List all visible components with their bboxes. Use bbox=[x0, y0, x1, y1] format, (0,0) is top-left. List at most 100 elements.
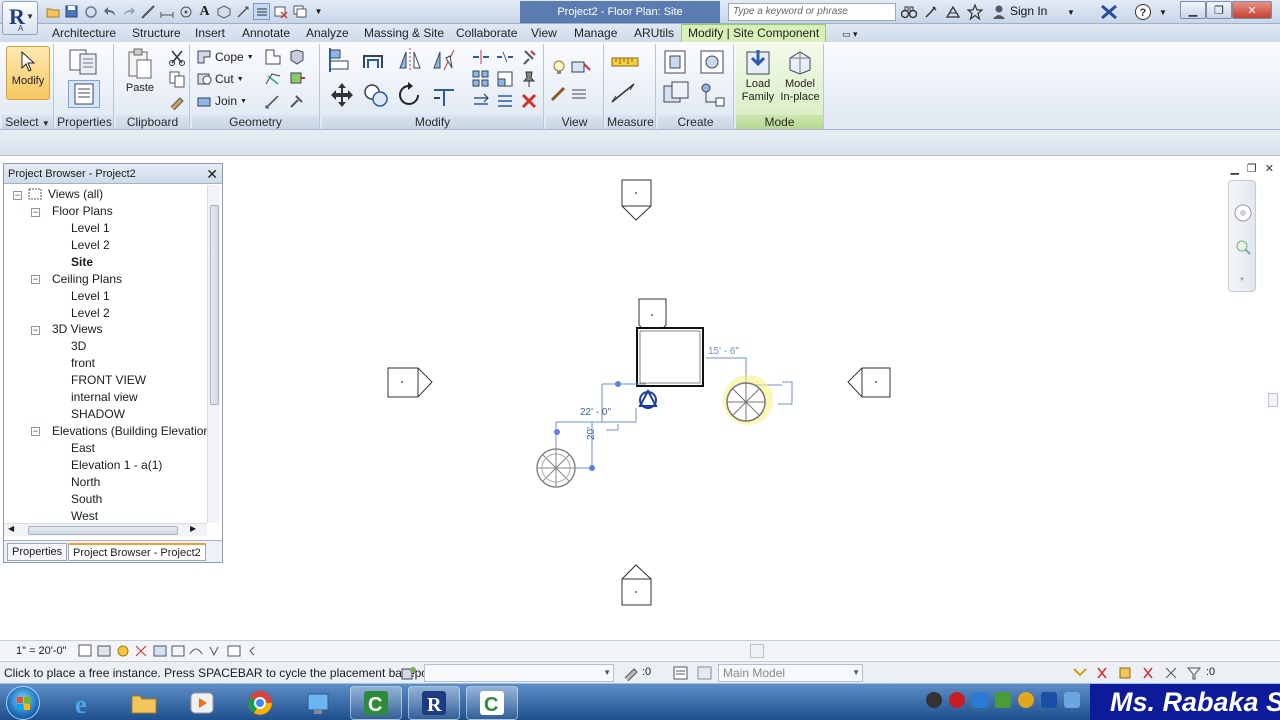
copy-icon[interactable] bbox=[168, 70, 186, 88]
tree-node-fp-site[interactable]: Site bbox=[71, 254, 93, 271]
exchange-apps-icon[interactable] bbox=[1100, 3, 1118, 21]
elevation-marker-west[interactable] bbox=[387, 367, 433, 398]
search-input[interactable]: Type a keyword or phrase bbox=[728, 3, 896, 21]
match-properties-icon[interactable] bbox=[168, 92, 186, 111]
view-dropdown-icon[interactable] bbox=[570, 84, 588, 102]
editable-only-icon[interactable] bbox=[622, 665, 640, 681]
grip-handle[interactable] bbox=[589, 465, 595, 471]
redo-icon[interactable] bbox=[120, 3, 137, 20]
editing-requests-icon[interactable] bbox=[696, 665, 714, 681]
tree-node-floor-plans[interactable]: Floor Plans bbox=[52, 203, 113, 220]
taskbar-file-explorer[interactable] bbox=[118, 686, 170, 720]
minimize-view-icon[interactable]: ▁ bbox=[1230, 162, 1238, 175]
create-assembly-icon[interactable] bbox=[662, 48, 692, 76]
tree-node-internal-view[interactable]: internal view bbox=[71, 389, 138, 406]
tree-node-front-view[interactable]: FRONT VIEW bbox=[71, 372, 146, 389]
reveal-hidden-icon[interactable] bbox=[209, 646, 219, 657]
tab-manage[interactable]: Manage bbox=[574, 25, 617, 42]
select-by-face-icon[interactable] bbox=[1143, 667, 1153, 679]
tray-network-icon[interactable] bbox=[972, 692, 988, 708]
rotate-icon[interactable] bbox=[396, 82, 424, 108]
tree-node-elevation-1[interactable]: Elevation 1 - a(1) bbox=[71, 457, 162, 474]
scale-icon[interactable] bbox=[496, 70, 514, 88]
tag-icon[interactable] bbox=[177, 3, 194, 20]
delete-icon[interactable] bbox=[520, 92, 538, 110]
dimension-vertical-text[interactable]: 20' bbox=[586, 427, 597, 440]
aligned-dimension-icon[interactable] bbox=[158, 3, 175, 20]
tray-volume-icon[interactable] bbox=[1064, 692, 1080, 708]
measure-between-icon[interactable] bbox=[610, 52, 644, 72]
sun-path-icon[interactable] bbox=[117, 645, 129, 657]
building-footprint[interactable] bbox=[636, 327, 704, 387]
tree-node-east[interactable]: East bbox=[71, 440, 95, 457]
split-face-icon[interactable] bbox=[264, 70, 282, 88]
tab-view[interactable]: View bbox=[531, 25, 557, 42]
taskbar-camtasia-2[interactable]: C bbox=[466, 686, 518, 720]
tree-node-south[interactable]: South bbox=[71, 491, 102, 508]
select-pinned-icon[interactable] bbox=[1119, 667, 1131, 679]
customize-qat-icon[interactable]: ▼ bbox=[310, 3, 327, 20]
tree-node-elevations[interactable]: Elevations (Building Elevation bbox=[52, 423, 207, 440]
aligned-dim-icon[interactable] bbox=[610, 82, 644, 104]
tree-symbol-preview[interactable] bbox=[723, 375, 773, 425]
scrollbar-thumb[interactable] bbox=[750, 644, 764, 658]
section-icon[interactable] bbox=[234, 3, 251, 20]
nav-caret-icon[interactable]: ▼ bbox=[1239, 277, 1245, 283]
filter-icon[interactable] bbox=[1186, 667, 1202, 680]
favorites-star-icon[interactable] bbox=[966, 3, 984, 21]
taskbar-chrome[interactable] bbox=[234, 686, 286, 720]
open-icon[interactable] bbox=[44, 3, 61, 20]
load-family-button[interactable]: Load Family bbox=[738, 48, 778, 104]
maximize-button[interactable]: ❐ bbox=[1206, 1, 1232, 19]
scrollbar-thumb[interactable] bbox=[28, 526, 178, 535]
trim-extend-icon[interactable] bbox=[430, 82, 458, 108]
dimension-left-text[interactable]: 22' - 0" bbox=[580, 407, 611, 418]
default-3d-icon[interactable] bbox=[215, 3, 232, 20]
workset-combo[interactable]: ▼ bbox=[424, 664, 614, 682]
design-option-combo[interactable]: Main Model ▼ bbox=[718, 664, 863, 682]
join-button[interactable]: Join ▼ bbox=[196, 92, 247, 110]
select-panel-label[interactable]: Select ▼ bbox=[2, 115, 53, 129]
sync-icon[interactable] bbox=[82, 3, 99, 20]
detail-level-icon[interactable] bbox=[78, 644, 92, 657]
wall-profile-icon[interactable] bbox=[264, 92, 282, 110]
text-icon[interactable]: A bbox=[196, 3, 213, 20]
project-base-point[interactable] bbox=[638, 388, 658, 409]
tab-insert[interactable]: Insert bbox=[195, 25, 225, 42]
minimize-button[interactable]: ▁ bbox=[1180, 1, 1206, 19]
tab-massing-site[interactable]: Massing & Site bbox=[364, 25, 444, 42]
select-links-icon[interactable] bbox=[1073, 668, 1087, 677]
grip-handle[interactable] bbox=[615, 381, 621, 387]
canvas-horizontal-scrollbar[interactable] bbox=[266, 644, 1266, 658]
tab-properties[interactable]: Properties bbox=[7, 543, 68, 561]
tree-node-3d[interactable]: 3D bbox=[71, 338, 86, 355]
tree-node-fp-level-2[interactable]: Level 2 bbox=[71, 237, 110, 254]
undo-icon[interactable] bbox=[101, 3, 118, 20]
close-hidden-windows-icon[interactable] bbox=[272, 3, 289, 20]
save-icon[interactable] bbox=[63, 3, 80, 20]
elevation-marker-south[interactable] bbox=[621, 564, 652, 606]
tab-analyze[interactable]: Analyze bbox=[306, 25, 349, 42]
help-icon[interactable]: ? bbox=[1134, 3, 1152, 21]
split-element-icon[interactable] bbox=[472, 48, 490, 66]
tab-project-browser[interactable]: Project Browser - Project2 bbox=[68, 543, 206, 561]
show-crop-icon[interactable] bbox=[171, 645, 185, 657]
model-inplace-button[interactable]: Model In-place bbox=[778, 48, 822, 104]
cope-button[interactable]: Cope ▼ bbox=[196, 48, 254, 66]
worksets-icon[interactable] bbox=[400, 665, 418, 681]
tab-arutils[interactable]: ARUtils bbox=[634, 25, 674, 42]
zoom-icon[interactable] bbox=[1235, 239, 1251, 255]
tree-node-west[interactable]: West bbox=[71, 508, 98, 523]
wall-joins-icon[interactable] bbox=[264, 48, 282, 66]
override-graphics-icon[interactable] bbox=[570, 58, 591, 76]
create-similar-icon[interactable] bbox=[698, 80, 728, 108]
binoculars-icon[interactable] bbox=[900, 3, 918, 21]
mirror-axis-icon[interactable] bbox=[396, 48, 424, 72]
collapse-icon[interactable]: − bbox=[13, 191, 22, 200]
scroll-right-icon[interactable]: ▶ bbox=[190, 524, 196, 533]
move-icon[interactable] bbox=[328, 82, 356, 108]
tree-node-cp-level-2[interactable]: Level 2 bbox=[71, 305, 110, 322]
measure-icon[interactable] bbox=[139, 3, 156, 20]
trim-multiple-icon[interactable] bbox=[496, 92, 514, 110]
tab-collaborate[interactable]: Collaborate bbox=[456, 25, 517, 42]
